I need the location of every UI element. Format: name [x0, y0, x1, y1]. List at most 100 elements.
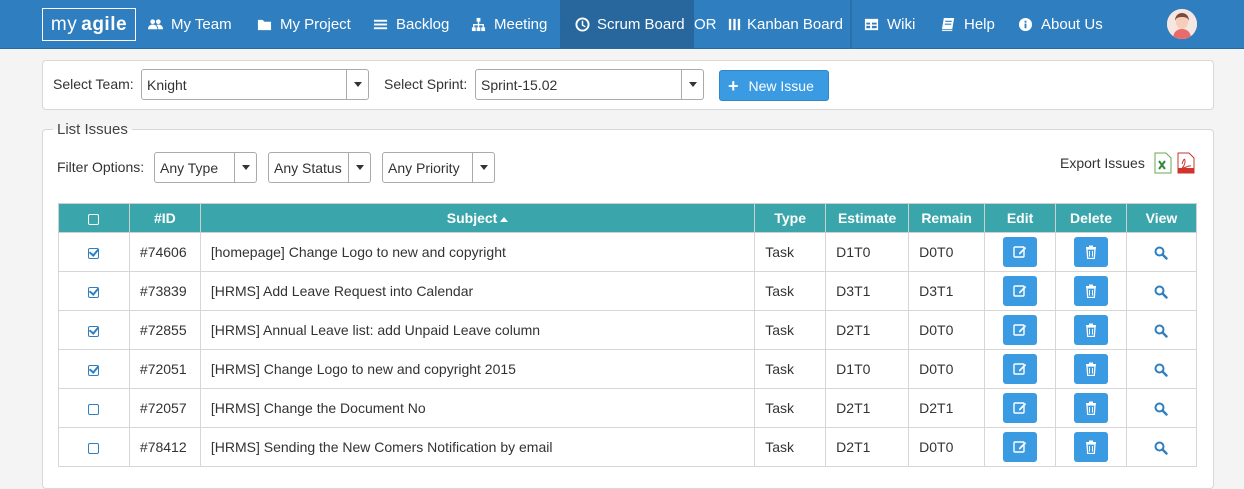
nav-or-text: OR	[694, 0, 717, 49]
issue-id[interactable]: #73839	[128, 271, 201, 311]
info-icon	[1018, 17, 1033, 32]
nav-my-team[interactable]: My Team	[148, 0, 232, 49]
column-header-subject[interactable]: Subject	[199, 203, 756, 233]
book-icon	[941, 17, 955, 32]
new-issue-button[interactable]: + New Issue	[719, 70, 829, 101]
delete-cell	[1055, 388, 1127, 428]
chevron-down-icon	[346, 70, 368, 99]
table-row: #72057 [HRMS] Change the Document No Tas…	[58, 388, 1198, 428]
issue-subject[interactable]: [HRMS] Change Logo to new and copyright …	[199, 349, 756, 389]
row-checkbox[interactable]	[88, 286, 100, 298]
edit-button[interactable]	[1003, 276, 1038, 306]
select-all-header[interactable]	[58, 203, 130, 233]
team-select[interactable]: Knight	[141, 69, 369, 100]
nav-kanban-board[interactable]: Kanban Board	[727, 0, 843, 49]
edit-button[interactable]	[1003, 237, 1038, 267]
nav-kanban-board-label: Kanban Board	[747, 16, 843, 33]
type-filter-select[interactable]: Any Type	[154, 152, 257, 183]
issue-estimate: D1T0	[825, 232, 910, 272]
issue-id[interactable]: #72051	[128, 349, 201, 389]
chevron-down-icon	[681, 70, 703, 99]
issue-type: Task	[754, 310, 827, 350]
delete-button[interactable]	[1073, 393, 1108, 423]
search-icon[interactable]	[1154, 402, 1169, 416]
nav-wiki[interactable]: Wiki	[864, 0, 915, 49]
issue-id[interactable]: #74606	[128, 232, 201, 272]
issue-remain: D0T0	[908, 232, 986, 272]
edit-cell	[984, 388, 1057, 428]
row-checkbox[interactable]	[88, 364, 100, 376]
issue-id[interactable]: #72057	[128, 388, 201, 428]
search-icon[interactable]	[1154, 246, 1169, 260]
row-select-cell	[58, 310, 130, 350]
app-logo[interactable]: my agile	[42, 8, 136, 41]
delete-button[interactable]	[1073, 237, 1108, 267]
issue-id[interactable]: #78412	[128, 427, 201, 467]
issue-subject[interactable]: [HRMS] Annual Leave list: add Unpaid Lea…	[199, 310, 756, 350]
issue-type: Task	[754, 388, 827, 428]
search-icon[interactable]	[1154, 285, 1169, 299]
column-header-id[interactable]: #ID	[128, 203, 201, 233]
issue-estimate: D2T1	[825, 427, 910, 467]
priority-filter-value: Any Priority	[388, 159, 460, 176]
delete-button[interactable]	[1073, 315, 1108, 345]
column-header-type[interactable]: Type	[754, 203, 827, 233]
top-navbar: my agile My Team My Project Backlog Meeti…	[0, 0, 1244, 49]
nav-meeting[interactable]: Meeting	[471, 0, 547, 49]
nav-my-team-label: My Team	[171, 16, 232, 33]
edit-button[interactable]	[1003, 393, 1038, 423]
excel-export-icon[interactable]	[1154, 152, 1172, 174]
status-filter-select[interactable]: Any Status	[268, 152, 371, 183]
trash-icon	[1085, 323, 1096, 337]
column-header-estimate[interactable]: Estimate	[825, 203, 910, 233]
edit-icon	[1013, 363, 1027, 375]
column-header-delete: Delete	[1055, 203, 1127, 233]
delete-button[interactable]	[1073, 432, 1108, 462]
issue-subject[interactable]: [HRMS] Sending the New Comers Notificati…	[199, 427, 756, 467]
status-filter-value: Any Status	[274, 159, 342, 176]
nav-wiki-label: Wiki	[887, 16, 916, 33]
delete-button[interactable]	[1073, 276, 1108, 306]
nav-my-project-label: My Project	[280, 16, 351, 33]
issue-subject[interactable]: [homepage] Change Logo to new and copyri…	[199, 232, 756, 272]
edit-cell	[984, 271, 1057, 311]
search-icon[interactable]	[1154, 363, 1169, 377]
row-checkbox[interactable]	[88, 325, 100, 337]
row-checkbox[interactable]	[88, 442, 100, 454]
row-checkbox[interactable]	[88, 247, 100, 259]
issue-remain: D0T0	[908, 349, 986, 389]
nav-about-us[interactable]: About Us	[1018, 0, 1103, 49]
sprint-select[interactable]: Sprint-15.02	[475, 69, 704, 100]
search-icon[interactable]	[1154, 441, 1169, 455]
trash-icon	[1085, 440, 1096, 454]
list-issues-panel: List Issues Filter Options: Any Type Any…	[42, 121, 1214, 489]
nav-help[interactable]: Help	[941, 0, 995, 49]
select-all-checkbox[interactable]	[88, 213, 100, 225]
edit-button[interactable]	[1003, 432, 1038, 462]
issue-subject[interactable]: [HRMS] Change the Document No	[199, 388, 756, 428]
priority-filter-select[interactable]: Any Priority	[382, 152, 495, 183]
columns-icon	[728, 18, 741, 31]
edit-button[interactable]	[1003, 354, 1038, 384]
logo-text: my	[50, 13, 78, 35]
trash-icon	[1085, 401, 1096, 415]
search-icon[interactable]	[1154, 324, 1169, 338]
delete-button[interactable]	[1073, 354, 1108, 384]
select-sprint-label: Select Sprint:	[384, 76, 468, 92]
issue-estimate: D2T1	[825, 310, 910, 350]
nav-my-project[interactable]: My Project	[257, 0, 351, 49]
issue-type: Task	[754, 427, 827, 467]
edit-icon	[1013, 285, 1027, 297]
view-cell	[1125, 271, 1198, 311]
edit-button[interactable]	[1003, 315, 1038, 345]
user-avatar[interactable]	[1167, 9, 1197, 39]
pdf-export-icon[interactable]	[1176, 152, 1196, 174]
issue-id[interactable]: #72855	[128, 310, 201, 350]
column-header-remain[interactable]: Remain	[908, 203, 986, 233]
nav-scrum-board[interactable]: Scrum Board	[560, 0, 694, 49]
row-checkbox[interactable]	[88, 403, 100, 415]
nav-backlog[interactable]: Backlog	[373, 0, 449, 49]
issue-subject[interactable]: [HRMS] Add Leave Request into Calendar	[199, 271, 756, 311]
clock-icon	[575, 17, 590, 32]
plus-icon: +	[728, 75, 739, 96]
